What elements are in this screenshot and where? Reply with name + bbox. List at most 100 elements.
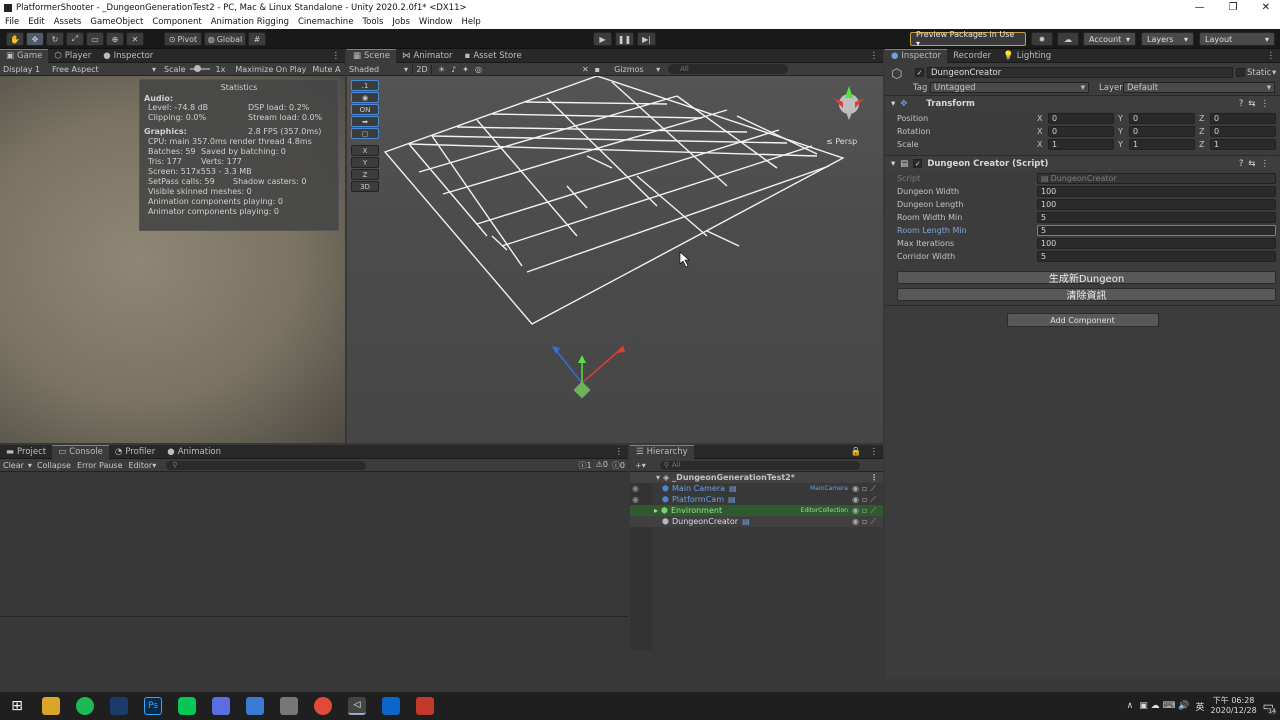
lock-icon[interactable]: ▢ <box>351 128 379 139</box>
menu-tools[interactable]: Tools <box>362 17 383 27</box>
chrome-icon[interactable] <box>314 697 332 715</box>
tools-icons[interactable]: ✕▪ <box>582 65 606 74</box>
rect-tool-icon[interactable]: ▭ <box>86 32 104 46</box>
ime-indicator[interactable]: 英 <box>1196 700 1205 713</box>
panel-menu-icon[interactable]: ⋮ <box>615 447 629 457</box>
tray-chevron-up-icon[interactable]: ∧ <box>1127 701 1134 711</box>
account-dropdown[interactable]: Account ▾ <box>1083 32 1136 46</box>
2d-toggle[interactable]: 2D <box>412 64 432 74</box>
lock-icon[interactable]: 🔒 <box>851 447 870 457</box>
editor-dropdown[interactable]: Editor <box>129 461 153 470</box>
hierarchy-item-dungeoncreator[interactable]: ⬢ DungeonCreator ▤ ◉▫⟋ <box>630 516 883 527</box>
component-enabled-checkbox[interactable]: ✓ <box>913 159 923 168</box>
preview-packages-button[interactable]: Preview Packages in Use ▾ <box>910 30 1026 48</box>
row-toggle-icons[interactable]: ◉▫⟋ <box>852 495 883 505</box>
scene-row[interactable]: ▾ ◈ _DungeonGenerationTest2* ⋮ <box>630 472 883 483</box>
unity-taskbar-icon[interactable]: ◁ <box>348 697 366 715</box>
scale-slider[interactable] <box>189 65 210 72</box>
transform-header[interactable]: ▾ ✥ Transform ?⇆⋮ <box>885 95 1280 111</box>
menu-gameobject[interactable]: GameObject <box>90 17 143 27</box>
panel-menu-icon[interactable]: ⋮ <box>332 51 346 61</box>
layer-dropdown[interactable]: Default ▾ <box>1123 82 1275 93</box>
overlay-x-button[interactable]: X <box>351 145 379 156</box>
add-component-button[interactable]: Add Component <box>1006 313 1159 327</box>
minimize-button[interactable]: — <box>1195 2 1205 13</box>
visibility-icon[interactable]: ◉ <box>632 484 639 493</box>
tab-inspector[interactable]: ● Inspector <box>885 48 948 63</box>
position-y-field[interactable]: 0 <box>1129 113 1195 124</box>
rotation-z-field[interactable]: 0 <box>1210 126 1276 137</box>
scale-z-field[interactable]: 1 <box>1210 139 1276 150</box>
eye-icon[interactable]: ◉ <box>351 92 379 103</box>
max-iterations-field[interactable]: 100 <box>1037 238 1276 249</box>
menu-component[interactable]: Component <box>152 17 201 27</box>
grid-snap-icon[interactable]: # <box>248 32 266 46</box>
overlay-snap-button[interactable]: .1 <box>351 80 379 91</box>
info-count-toggle[interactable]: ⓘ1 <box>579 460 592 471</box>
maximize-button[interactable]: ❐ <box>1229 2 1238 13</box>
cloud-icon[interactable]: ☁ <box>1057 32 1079 46</box>
photoshop-icon[interactable]: Ps <box>144 697 162 715</box>
room-width-min-field[interactable]: 5 <box>1037 212 1276 223</box>
persp-label[interactable]: ≤ Persp <box>826 137 857 146</box>
mail-icon[interactable] <box>212 697 230 715</box>
file-explorer-icon[interactable] <box>42 697 60 715</box>
active-checkbox[interactable]: ✓ <box>915 68 924 77</box>
tab-profiler[interactable]: ◔ Profiler <box>109 445 161 459</box>
steam-icon[interactable] <box>110 697 128 715</box>
aspect-dropdown[interactable]: Free Aspect ▾ <box>52 65 160 74</box>
menu-jobs[interactable]: Jobs <box>392 17 410 27</box>
clear-button[interactable]: Clear <box>0 461 28 470</box>
scale-tool-icon[interactable]: ⤢ <box>66 32 84 46</box>
scene-toggles-icons[interactable]: ☀♪✦◎ <box>432 65 488 74</box>
play-button[interactable]: ▶ <box>593 32 612 46</box>
dungeon-creator-header[interactable]: ▾ ▤ ✓ Dungeon Creator (Script) ?⇆⋮ <box>885 155 1280 171</box>
tab-animation[interactable]: ● Animation <box>161 445 227 459</box>
panel-menu-icon[interactable]: ⋮ <box>870 447 884 457</box>
menu-help[interactable]: Help <box>461 17 480 27</box>
layout-dropdown[interactable]: Layout ▾ <box>1199 32 1275 46</box>
clock[interactable]: 下午 06:28 2020/12/28 <box>1211 696 1257 716</box>
error-count-toggle[interactable]: ⓘ0 <box>612 460 625 471</box>
shading-dropdown[interactable]: Shaded ▾ <box>347 65 412 74</box>
step-button[interactable]: ▶| <box>637 32 656 46</box>
scene-view[interactable]: ≤ Persp .1 ◉ ON ➡ ▢ X Y Z 3D <box>347 76 883 443</box>
scene-search-input[interactable]: All <box>668 64 789 74</box>
row-toggle-icons[interactable]: ◉▫⟋ <box>852 484 883 494</box>
tab-lighting[interactable]: 💡 Lighting <box>997 49 1057 63</box>
maximize-on-play-toggle[interactable]: Maximize On Play <box>235 65 312 74</box>
warning-count-toggle[interactable]: ⚠0 <box>596 460 608 471</box>
tag-dropdown[interactable]: Untagged ▾ <box>930 82 1089 93</box>
close-button[interactable]: ✕ <box>1262 2 1270 13</box>
generate-dungeon-button[interactable]: 生成新Dungeon <box>897 271 1276 285</box>
global-toggle[interactable]: ◍ Global <box>204 32 246 46</box>
gizmos-dropdown[interactable]: Gizmos ▾ <box>606 65 664 74</box>
line-icon[interactable] <box>178 697 196 715</box>
hierarchy-item-environment[interactable]: ▸ ⬢ Environment EditorCollection ◉▫⟋ <box>630 505 883 516</box>
tab-game[interactable]: ▣ Game <box>0 48 49 63</box>
mute-audio-toggle[interactable]: Mute A <box>312 65 340 74</box>
tab-player[interactable]: ⬡ Player <box>48 49 97 63</box>
collapse-toggle[interactable]: Collapse <box>37 461 77 470</box>
overlay-z-button[interactable]: Z <box>351 169 379 180</box>
create-plus-icon[interactable]: +▾ <box>630 461 650 470</box>
tab-hierarchy[interactable]: ☰ Hierarchy <box>630 444 694 459</box>
console-splitter[interactable] <box>0 616 628 617</box>
room-length-min-field[interactable]: 5 <box>1037 225 1276 236</box>
static-checkbox[interactable] <box>1236 68 1245 77</box>
position-x-field[interactable]: 0 <box>1048 113 1114 124</box>
chevron-down-icon[interactable]: ▾ <box>1272 68 1276 78</box>
rotation-y-field[interactable]: 0 <box>1129 126 1195 137</box>
tab-animator[interactable]: ⋈ Animator <box>396 49 459 63</box>
dungeon-length-field[interactable]: 100 <box>1037 199 1276 210</box>
transform-tool-icon[interactable]: ⊕ <box>106 32 124 46</box>
component-menu-icons[interactable]: ?⇆⋮ <box>1239 159 1280 169</box>
vscode-icon[interactable] <box>382 697 400 715</box>
hand-tool-icon[interactable]: ✋ <box>6 32 24 46</box>
tab-project[interactable]: ▬ Project <box>0 445 52 459</box>
menu-file[interactable]: File <box>5 17 19 27</box>
hierarchy-search-input[interactable]: ⚲ All <box>659 460 860 470</box>
overlay-y-button[interactable]: Y <box>351 157 379 168</box>
custom-tool-icon[interactable]: ✕ <box>126 32 144 46</box>
pivot-toggle[interactable]: ⊙ Pivot <box>164 32 202 46</box>
